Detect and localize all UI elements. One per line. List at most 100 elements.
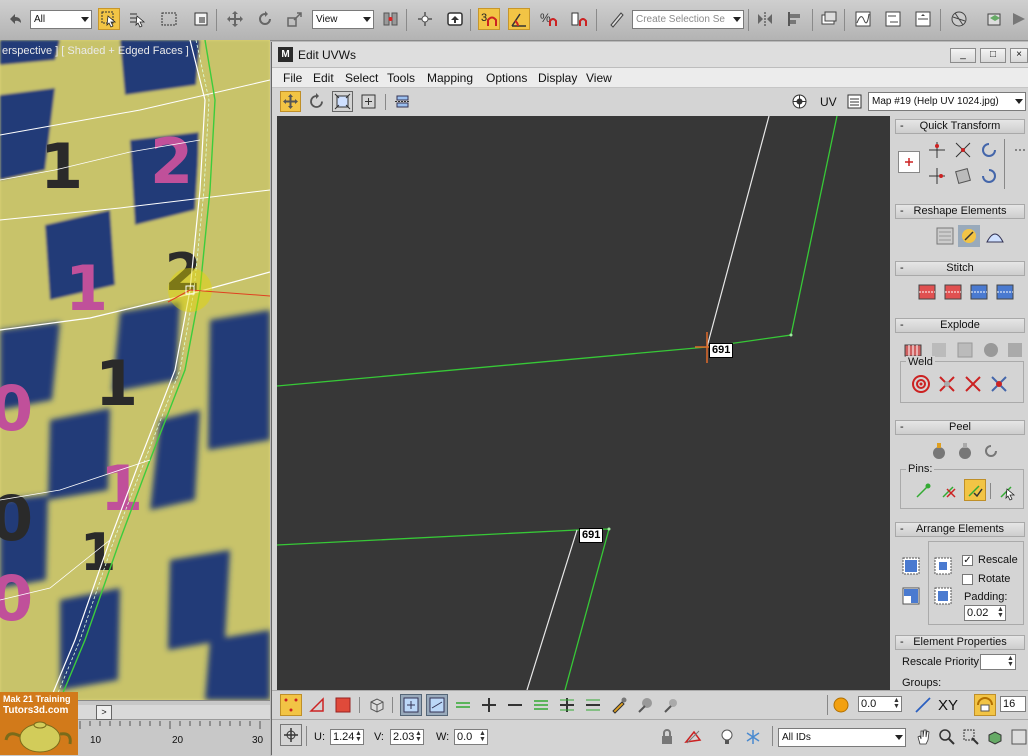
quick-peel-icon[interactable] <box>928 440 950 462</box>
paint-shrink-icon[interactable] <box>660 694 682 716</box>
loop-grow-icon[interactable] <box>530 694 552 716</box>
named-selection-dropdown[interactable]: Create Selection Se <box>632 10 744 29</box>
spinner-snap-icon[interactable] <box>568 8 590 30</box>
ring-select-icon[interactable] <box>426 694 448 716</box>
maximize-button[interactable]: □ <box>980 48 1006 63</box>
menu-edit[interactable]: Edit <box>313 71 334 85</box>
rollout-element-properties[interactable]: - Element Properties <box>895 635 1025 650</box>
stitch-source-icon[interactable] <box>968 281 990 303</box>
auto-pin-moved-icon[interactable] <box>964 479 986 501</box>
weld-target-icon[interactable] <box>910 373 932 395</box>
rollout-explode[interactable]: - Explode <box>895 318 1025 333</box>
rotate-90-icon[interactable] <box>978 139 1000 161</box>
checker-pattern-icon[interactable] <box>844 91 865 112</box>
uv-mirror-icon[interactable] <box>392 91 413 112</box>
rollout-stitch[interactable]: - Stitch <box>895 261 1025 276</box>
element-mode-icon[interactable] <box>366 694 388 716</box>
rendered-frame-icon[interactable] <box>984 8 1006 30</box>
material-editor-icon[interactable] <box>912 8 934 30</box>
selection-filter-dropdown[interactable]: All <box>30 10 92 29</box>
menu-display[interactable]: Display <box>538 71 577 85</box>
face-ids-dropdown[interactable]: All IDs <box>778 728 906 747</box>
ring-grow-icon[interactable] <box>556 694 578 716</box>
align-diagonal-icon[interactable] <box>952 139 974 161</box>
scale-icon[interactable] <box>284 8 306 30</box>
undo-icon[interactable] <box>4 8 26 30</box>
rotate-minus-90-icon[interactable] <box>978 165 1000 187</box>
select-manipulate-icon[interactable] <box>414 8 436 30</box>
snaps-toggle-icon[interactable]: 3 <box>478 8 500 30</box>
w-spinner[interactable]: 0.0 ▲ ▼ <box>454 729 488 745</box>
rescale-priority-spinner[interactable]: ▲ ▼ <box>980 654 1016 670</box>
edge-distance-spinner[interactable]: 16 <box>1000 696 1026 712</box>
layer-manager-icon[interactable] <box>818 8 840 30</box>
window-crossing-icon[interactable] <box>190 8 212 30</box>
lock-selection-icon[interactable] <box>656 726 678 748</box>
absolute-offset-icon[interactable] <box>280 724 302 746</box>
ring-shrink-icon[interactable] <box>582 694 604 716</box>
ref-coord-dropdown[interactable]: View <box>312 10 374 29</box>
close-button[interactable]: × <box>1010 48 1028 63</box>
stitch-to-target-icon[interactable] <box>916 281 938 303</box>
weld-selected-icon[interactable] <box>936 373 958 395</box>
move-icon[interactable] <box>224 8 246 30</box>
uv-axis-label[interactable]: UV <box>820 95 837 109</box>
angle-snap-icon[interactable] <box>508 8 530 30</box>
relax-icon[interactable] <box>958 225 980 247</box>
stitch-custom-icon[interactable] <box>994 281 1016 303</box>
straighten-icon[interactable] <box>952 165 974 187</box>
schematic-view-icon[interactable] <box>882 8 904 30</box>
flatten-by-smoothing-icon[interactable] <box>980 339 1002 361</box>
pack-normalize-icon[interactable] <box>900 555 922 577</box>
zoom-region-icon[interactable] <box>960 726 982 748</box>
edge-distance-icon[interactable] <box>974 694 996 716</box>
vertex-mode-icon[interactable] <box>280 694 302 716</box>
select-pins-icon[interactable] <box>996 480 1018 502</box>
map-dropdown[interactable]: Map #19 (Help UV 1024.jpg) <box>868 92 1026 111</box>
uv-rotate-icon[interactable] <box>306 91 327 112</box>
pan-icon[interactable] <box>912 726 934 748</box>
show-map-icon[interactable] <box>789 91 810 112</box>
uv-scale-icon[interactable] <box>332 91 353 112</box>
grow-selection-icon[interactable] <box>478 694 500 716</box>
v-spinner[interactable]: 2.03 ▲ ▼ <box>390 729 424 745</box>
pivot-icon[interactable] <box>380 8 402 30</box>
render-setup-icon[interactable] <box>948 8 970 30</box>
menu-options[interactable]: Options <box>486 71 527 85</box>
rescale-checkbox[interactable]: ✓ <box>962 555 973 566</box>
freeze-icon[interactable] <box>742 726 764 748</box>
viewport-label[interactable]: erspective ] [ Shaded + Edged Faces ] <box>2 45 189 57</box>
rotate-checkbox[interactable] <box>962 574 973 585</box>
falloff-space-label[interactable]: XY <box>938 697 958 714</box>
shrink-selection-icon[interactable] <box>504 694 526 716</box>
pack-custom-icon[interactable] <box>932 555 954 577</box>
zoom-icon[interactable] <box>936 726 958 748</box>
straighten-selection-icon[interactable] <box>934 225 956 247</box>
falloff-linear-icon[interactable] <box>912 694 934 716</box>
uv-freeform-icon[interactable] <box>358 91 379 112</box>
falloff-spinner[interactable]: 0.0 ▲ ▼ <box>858 696 902 712</box>
uv-move-icon[interactable] <box>280 91 301 112</box>
percent-snap-icon[interactable]: % <box>538 8 560 30</box>
align-vertical-icon[interactable] <box>926 165 948 187</box>
paint-select-icon[interactable] <box>608 694 630 716</box>
rollout-quick-transform[interactable]: - Quick Transform <box>895 119 1025 134</box>
menu-tools[interactable]: Tools <box>387 71 415 85</box>
hide-icon[interactable] <box>682 726 704 748</box>
align-horizontal-icon[interactable] <box>926 139 948 161</box>
padding-spinner[interactable]: 0.02 ▲ ▼ <box>964 605 1006 621</box>
pack-together-icon[interactable] <box>900 585 922 607</box>
render-icon[interactable] <box>1008 8 1028 30</box>
flatten-by-material-icon[interactable] <box>1004 339 1026 361</box>
perspective-viewport[interactable]: 1 2 1 2 1 0 1 0 0 1 erspective ] [ Shade… <box>0 40 270 700</box>
weld-subobject-icon[interactable] <box>962 373 984 395</box>
stitch-average-icon[interactable] <box>942 281 964 303</box>
select-edge-loop-icon[interactable] <box>452 694 474 716</box>
face-mode-icon[interactable] <box>332 694 354 716</box>
curve-editor-icon[interactable] <box>852 8 874 30</box>
menu-mapping[interactable]: Mapping <box>427 71 473 85</box>
reset-peel-icon[interactable] <box>980 440 1002 462</box>
soft-selection-icon[interactable] <box>830 694 852 716</box>
minimize-button[interactable]: _ <box>950 48 976 63</box>
rollout-arrange-elements[interactable]: - Arrange Elements <box>895 522 1025 537</box>
